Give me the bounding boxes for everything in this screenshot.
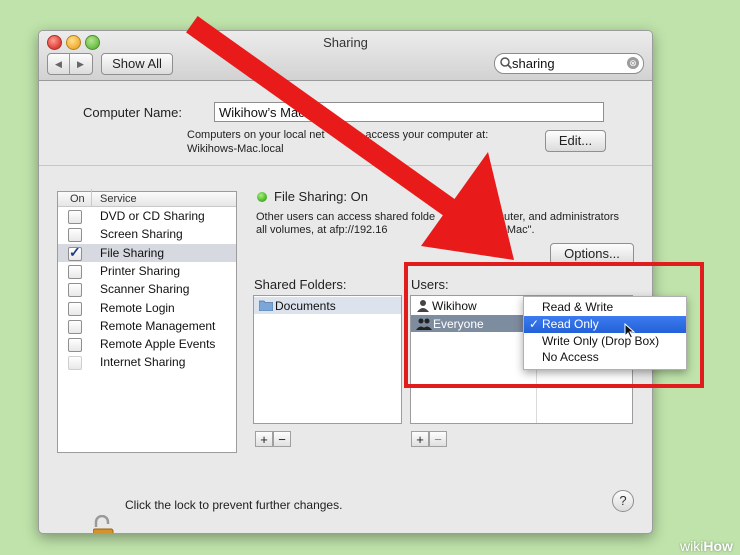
- annotation-arrow: [186, 16, 514, 260]
- arrow-shaft: [186, 16, 492, 242]
